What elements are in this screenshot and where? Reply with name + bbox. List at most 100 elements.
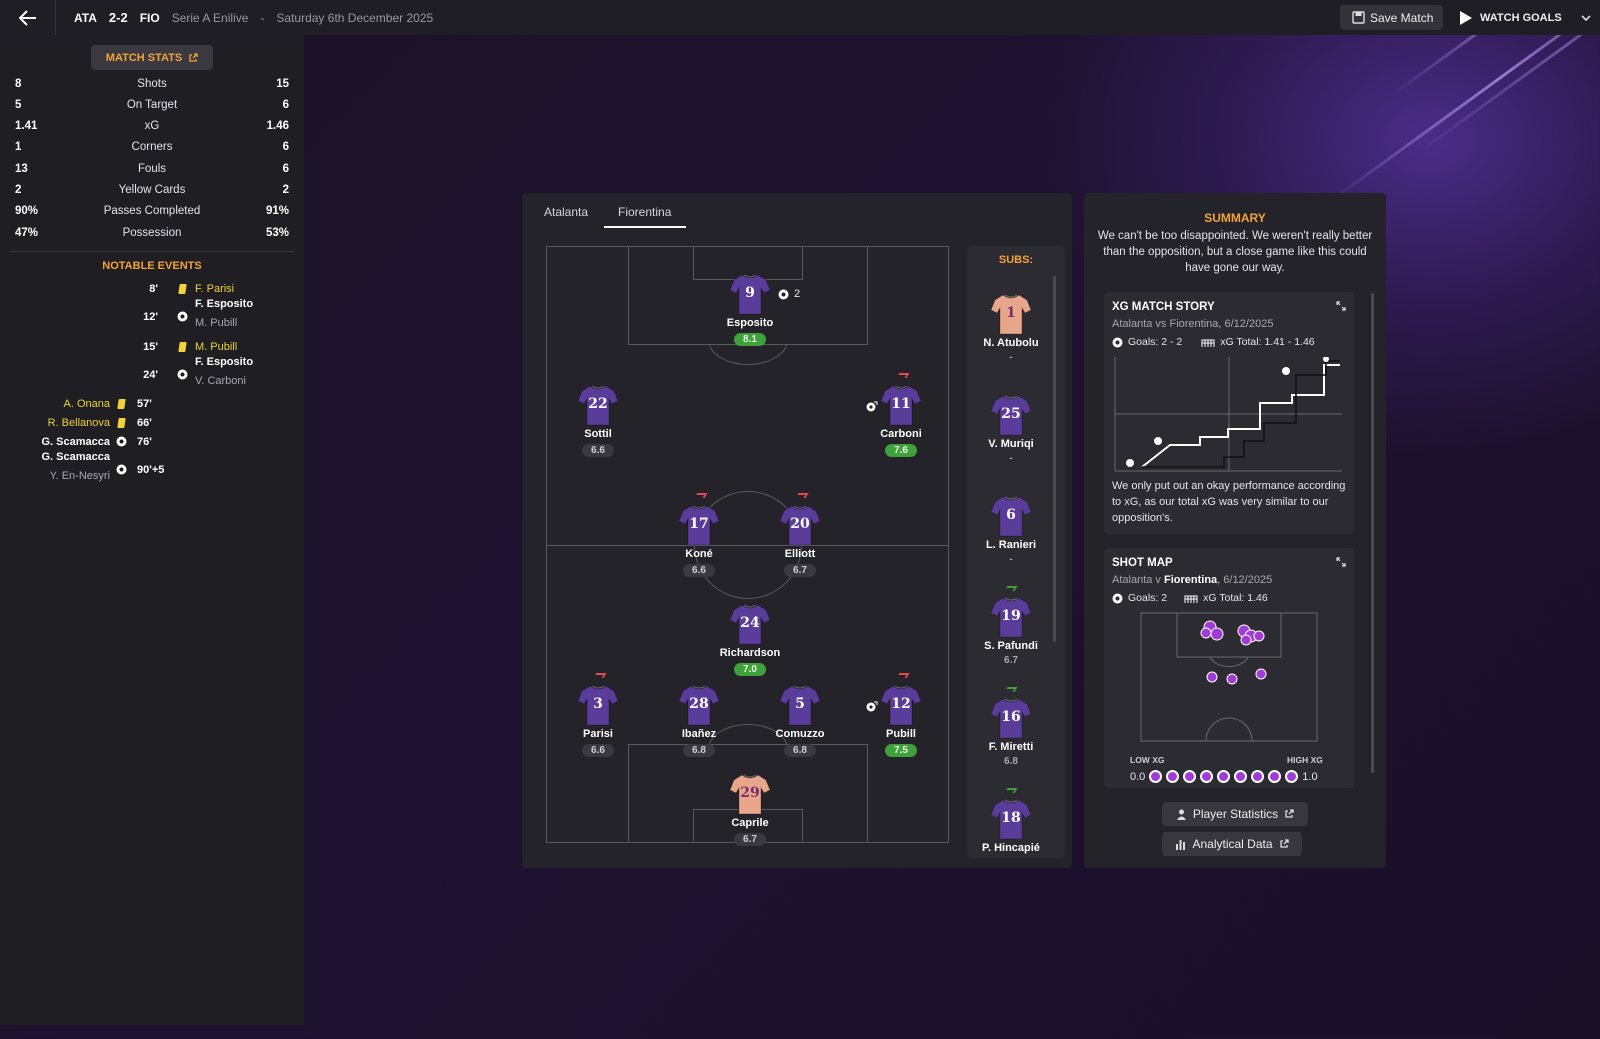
- summary-title: SUMMARY: [1204, 211, 1266, 225]
- player-rating: 7.5: [885, 744, 917, 757]
- event-player[interactable]: A. Onana: [64, 398, 110, 410]
- player-7[interactable]: 28 Ibañez 6.8: [654, 684, 744, 758]
- shot-map-subtitle-pre: Atalanta v: [1112, 574, 1161, 586]
- player-rating: 7.6: [885, 444, 917, 457]
- player-rating: 6.8: [784, 744, 816, 757]
- event-player[interactable]: G. Scamacca: [42, 436, 111, 448]
- xg-scale-dot: [1166, 770, 1180, 783]
- event-player[interactable]: F. Parisi: [195, 283, 234, 295]
- event-row: 15' M. Pubill: [0, 337, 304, 356]
- event-row: 76' G. Scamacca: [0, 432, 304, 451]
- watch-goals-button[interactable]: WATCH GOALS: [1455, 5, 1595, 30]
- stat-row: 5 On Target 6: [15, 94, 289, 115]
- player-0[interactable]: 9 Esposito 8.1: [705, 273, 795, 347]
- shirt-icon: 25: [990, 394, 1032, 436]
- player-4[interactable]: 20 Elliott 6.7: [755, 504, 845, 578]
- sub-player-4[interactable]: 16 F. Miretti 6.8: [966, 697, 1056, 767]
- stat-home: 1: [15, 141, 22, 154]
- stat-away: 6: [282, 141, 289, 154]
- stat-away: 6: [282, 162, 289, 175]
- notable-events-title: NOTABLE EVENTS: [102, 260, 202, 272]
- stat-away: 15: [276, 77, 289, 90]
- shot-marker: [1226, 673, 1238, 685]
- xg-story-total: xG Total: 1.41 - 1.46: [1220, 336, 1315, 348]
- player-3[interactable]: 17 Koné 6.6: [654, 504, 744, 578]
- player-rating: 6.7: [784, 564, 816, 577]
- floppy-icon: [1352, 11, 1365, 24]
- shirt-icon: 24: [729, 603, 771, 645]
- event-assist[interactable]: Y. En-Nesyri: [50, 470, 110, 482]
- event-row: 57' A. Onana: [0, 394, 304, 413]
- match-stats-panel: MATCH STATS 8 Shots 15 5 On Target 6 1.41 xG 1.4…: [0, 35, 304, 1025]
- tab-atalanta[interactable]: Atalanta: [544, 205, 588, 219]
- assist-icon: [866, 699, 878, 717]
- player-6[interactable]: 3 Parisi 6.6: [553, 684, 643, 758]
- match-stats-button[interactable]: MATCH STATS: [91, 45, 213, 70]
- goal-marker: [1282, 367, 1290, 375]
- player-name: V. Muriqi: [988, 438, 1034, 450]
- xg-scale-dot: [1200, 770, 1214, 783]
- xg-scale-dot: [1285, 770, 1299, 783]
- stat-label: Fouls: [137, 162, 167, 175]
- shot-marker: [1206, 671, 1218, 683]
- player-2[interactable]: 11 Carboni 7.6: [856, 384, 946, 458]
- match-stats-title: MATCH STATS: [105, 51, 183, 64]
- player-5[interactable]: 24 Richardson 7.0: [705, 603, 795, 677]
- yellow-card-icon: [178, 284, 187, 294]
- sub-player-5[interactable]: 18 P. Hincapié: [966, 798, 1056, 857]
- analytical-data-button[interactable]: Analytical Data: [1162, 832, 1302, 856]
- sub-player-0[interactable]: 1 N. Atubolu -: [966, 293, 1056, 363]
- player-rating: -: [1009, 453, 1013, 464]
- player-10[interactable]: 29 Caprile 6.7: [705, 773, 795, 847]
- summary-scrollbar[interactable]: [1371, 293, 1374, 773]
- event-assist[interactable]: M. Pubill: [195, 317, 237, 329]
- stat-label: Shots: [137, 77, 167, 90]
- xg-scale-min: 0.0: [1130, 770, 1146, 783]
- chevron-down-icon[interactable]: [1581, 14, 1591, 22]
- shot-marker: [1240, 634, 1252, 646]
- player-rating: 6.6: [582, 744, 614, 757]
- football-icon: [778, 289, 789, 299]
- event-row: 24' F. Esposito V. Carboni: [0, 356, 304, 394]
- tab-fiorentina[interactable]: Fiorentina: [618, 205, 671, 219]
- event-row: 66' R. Bellanova: [0, 413, 304, 432]
- stat-row: 2 Yellow Cards 2: [15, 180, 289, 201]
- expand-icon[interactable]: [1336, 301, 1346, 311]
- subs-title: SUBS:: [998, 254, 1034, 266]
- shirt-number: 11: [891, 396, 911, 412]
- event-row: 12' F. Esposito M. Pubill: [0, 298, 304, 336]
- event-minute: 8': [149, 283, 158, 295]
- shirt-number: 28: [689, 696, 709, 712]
- sub-player-2[interactable]: 6 L. Ranieri -: [966, 495, 1056, 565]
- shirt-number: 29: [740, 785, 760, 801]
- event-player[interactable]: R. Bellanova: [48, 417, 110, 429]
- player-statistics-button[interactable]: Player Statistics: [1162, 802, 1308, 826]
- player-name: Richardson: [719, 647, 781, 659]
- player-name: Sottil: [584, 428, 612, 440]
- sub-player-3[interactable]: 19 S. Pafundi 6.7: [966, 596, 1056, 666]
- expand-icon[interactable]: [1336, 557, 1346, 567]
- player-9[interactable]: 12 Pubill 7.5: [856, 684, 946, 758]
- event-player[interactable]: F. Esposito: [195, 356, 253, 368]
- save-match-button[interactable]: Save Match: [1340, 5, 1443, 30]
- event-assist[interactable]: V. Carboni: [195, 375, 246, 387]
- shot-map-subtitle-post: , 6/12/2025: [1217, 574, 1273, 586]
- event-player[interactable]: G. Scamacca: [42, 451, 111, 463]
- player-1[interactable]: 22 Sottil 6.6: [553, 384, 643, 458]
- shirt-icon: 19: [990, 596, 1032, 638]
- player-8[interactable]: 5 Comuzzo 6.8: [755, 684, 845, 758]
- stat-home: 13: [15, 162, 28, 175]
- shirt-number: 1: [1006, 305, 1016, 321]
- stat-row: 13 Fouls 6: [15, 158, 289, 179]
- event-player[interactable]: M. Pubill: [195, 341, 237, 353]
- stat-home: 5: [15, 98, 22, 111]
- sub-player-1[interactable]: 25 V. Muriqi -: [966, 394, 1056, 464]
- event-player[interactable]: F. Esposito: [195, 298, 253, 310]
- back-button[interactable]: [0, 0, 56, 35]
- shirt-number: 25: [1001, 406, 1021, 422]
- player-rating: 6.7: [734, 833, 766, 846]
- player-rating: -: [1009, 352, 1013, 363]
- shirt-number: 22: [588, 396, 608, 412]
- top-bar: ATA 2-2 FIO Serie A Enilive - Saturday 6…: [0, 0, 1600, 35]
- stat-row: 1.41 xG 1.46: [15, 116, 289, 137]
